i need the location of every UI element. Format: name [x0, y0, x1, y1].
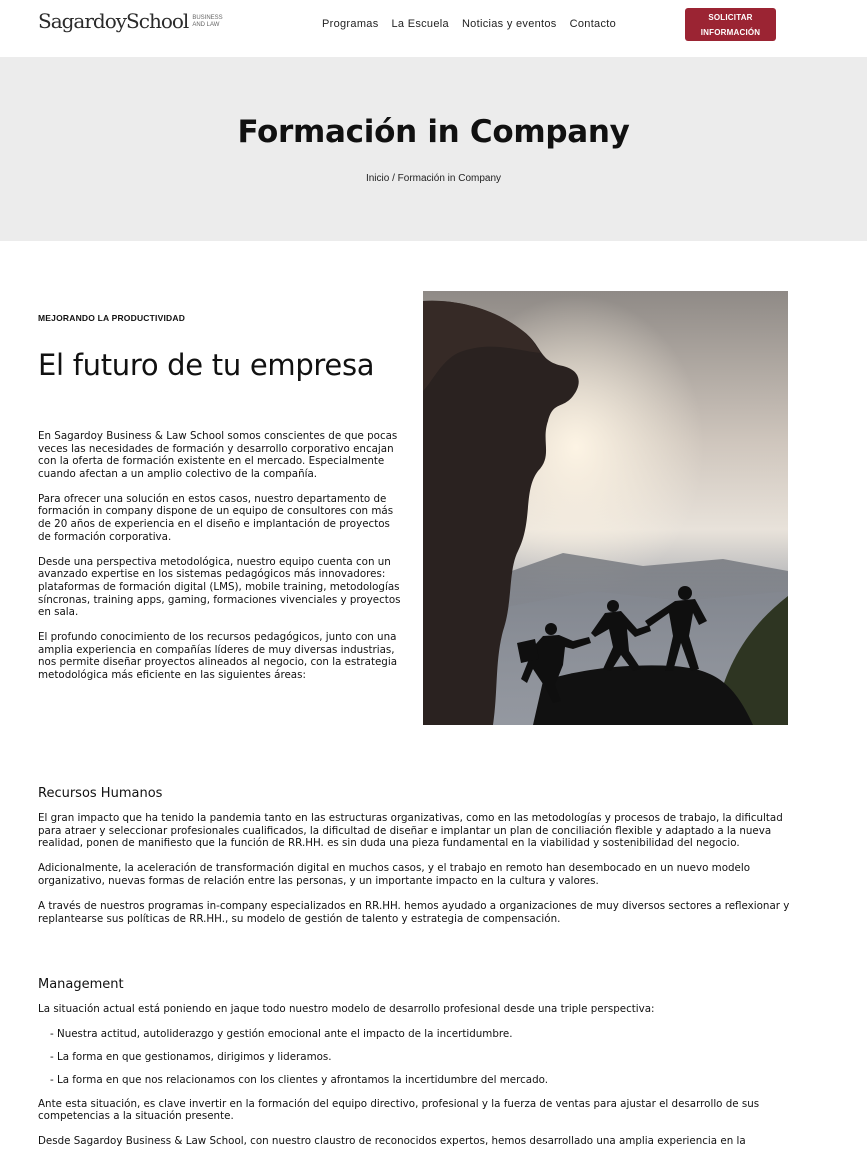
nav-programas[interactable]: Programas: [322, 18, 379, 30]
rrhh-paragraph: A través de nuestros programas in-compan…: [38, 899, 790, 925]
intro-paragraph: En Sagardoy Business & Law School somos …: [38, 430, 398, 480]
intro-paragraph: Para ofrecer una solución en estos casos…: [38, 492, 394, 543]
management-list-item: - La forma en que nos relacionamos con l…: [50, 1074, 549, 1087]
breadcrumb-home[interactable]: Inicio: [366, 173, 389, 184]
logo-wordmark: SagardoySchool: [38, 9, 189, 33]
request-info-button[interactable]: SOLICITAR INFORMACIÓN: [685, 8, 776, 41]
request-info-line2: INFORMACIÓN: [700, 27, 761, 37]
team-climbing-photo: [423, 291, 788, 725]
logo-tagline: BUSINESS AND LAW: [192, 15, 222, 29]
section-eyebrow: MEJORANDO LA PRODUCTIVIDAD: [38, 313, 186, 323]
section-body-management: La situación actual está poniendo en jaq…: [38, 1003, 790, 1160]
section-title-recursos-humanos: Recursos Humanos: [38, 786, 163, 801]
intro-paragraph: El profundo conocimiento de los recursos…: [38, 631, 398, 681]
management-list-item: - La forma en que gestionamos, dirigimos…: [50, 1051, 332, 1064]
main-nav: Programas La Escuela Noticias y eventos …: [322, 18, 616, 30]
logo-tagline-line2: AND LAW: [192, 22, 220, 28]
section-title-management: Management: [38, 977, 124, 992]
breadcrumb: Inicio / Formación in Company: [0, 173, 867, 184]
management-intro: La situación actual está poniendo en jaq…: [38, 1003, 655, 1015]
nav-contacto[interactable]: Contacto: [570, 18, 616, 30]
management-list-item: - Nuestra actitud, autoliderazgo y gesti…: [50, 1028, 513, 1041]
nav-noticias-eventos[interactable]: Noticias y eventos: [462, 18, 557, 30]
intro-heading: El futuro de tu empresa: [38, 348, 375, 382]
breadcrumb-separator: /: [389, 173, 398, 184]
request-info-line1: SOLICITAR: [708, 12, 753, 22]
breadcrumb-current: Formación in Company: [397, 173, 502, 184]
nav-la-escuela[interactable]: La Escuela: [392, 18, 449, 30]
management-paragraph: Desde Sagardoy Business & Law School, co…: [38, 1135, 746, 1148]
rrhh-paragraph: El gran impacto que ha tenido la pandemi…: [38, 812, 783, 850]
management-paragraph: Ante esta situación, es clave invertir e…: [38, 1097, 760, 1123]
site-header: SagardoySchool BUSINESS AND LAW Programa…: [0, 0, 867, 57]
logo-tagline-line1: BUSINESS: [192, 15, 223, 21]
page-title: Formación in Company: [237, 114, 630, 150]
climbers-silhouette-image: [423, 291, 788, 725]
logo[interactable]: SagardoySchool BUSINESS AND LAW: [38, 9, 223, 33]
page-hero: Formación in Company Inicio / Formación …: [0, 57, 867, 241]
rrhh-paragraph: Adicionalmente, la aceleración de transf…: [38, 862, 751, 887]
intro-paragraph: Desde una perspectiva metodológica, nues…: [38, 555, 401, 619]
intro-text: En Sagardoy Business & Law School somos …: [38, 430, 405, 694]
section-body-recursos-humanos: El gran impacto que ha tenido la pandemi…: [38, 812, 790, 938]
